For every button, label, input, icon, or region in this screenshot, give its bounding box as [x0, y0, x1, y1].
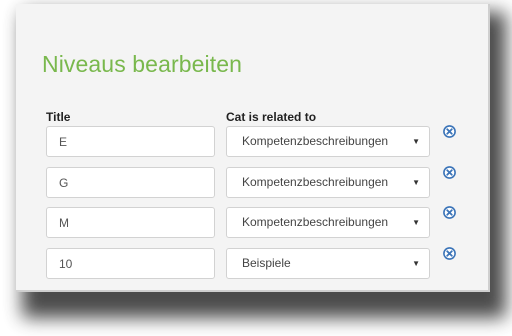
triangle-down-icon: ▼ — [412, 218, 420, 227]
level-row: Kompetenzbeschreibungen ▼ — [46, 206, 476, 238]
level-title-input[interactable] — [46, 167, 215, 198]
category-select-value: Beispiele — [242, 256, 291, 270]
circle-x-icon[interactable] — [443, 166, 456, 179]
category-select[interactable]: Kompetenzbeschreibungen ▼ — [226, 167, 430, 198]
level-title-input[interactable] — [46, 126, 215, 157]
level-row: Kompetenzbeschreibungen ▼ — [46, 125, 476, 157]
category-select-value: Kompetenzbeschreibungen — [242, 175, 389, 189]
screenshot-stage: Niveaus bearbeiten Title Cat is related … — [0, 0, 512, 336]
level-title-input[interactable] — [46, 207, 215, 238]
circle-x-icon[interactable] — [443, 125, 456, 138]
category-select-value: Kompetenzbeschreibungen — [242, 134, 389, 148]
level-title-input[interactable] — [46, 248, 215, 279]
triangle-down-icon: ▼ — [412, 137, 420, 146]
triangle-down-icon: ▼ — [412, 259, 420, 268]
category-select-value: Kompetenzbeschreibungen — [242, 215, 389, 229]
level-row: Beispiele ▼ — [46, 247, 476, 279]
column-header-title: Title — [46, 110, 71, 124]
category-select[interactable]: Kompetenzbeschreibungen ▼ — [226, 207, 430, 238]
column-header-category: Cat is related to — [226, 110, 317, 124]
dialog-title: Niveaus bearbeiten — [42, 51, 242, 77]
circle-x-icon[interactable] — [443, 247, 456, 260]
level-row: Kompetenzbeschreibungen ▼ — [46, 166, 476, 198]
triangle-down-icon: ▼ — [412, 178, 420, 187]
category-select[interactable]: Beispiele ▼ — [226, 248, 430, 279]
category-select[interactable]: Kompetenzbeschreibungen ▼ — [226, 126, 430, 157]
circle-x-icon[interactable] — [443, 206, 456, 219]
